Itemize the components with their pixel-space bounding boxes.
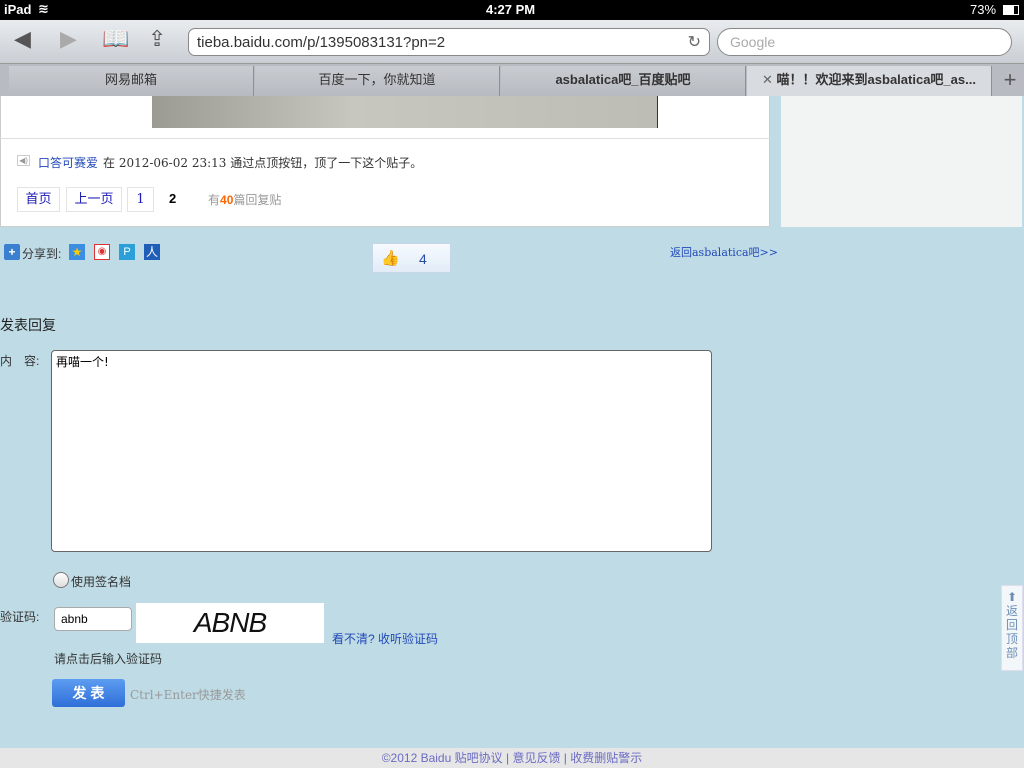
back-to-top-label: 返回顶部 [1006,604,1019,660]
back-to-top-button[interactable]: ⬆ 返回顶部 [1001,585,1023,671]
signature-label: 使用签名档 [71,575,132,589]
warning-link[interactable]: 收费删贴警示 [570,751,642,765]
current-page: 2 [169,191,177,206]
post-image [152,96,658,128]
reload-icon[interactable]: ↻ [688,32,701,52]
tab-label: 喵！！欢迎来到asbalatica吧_as... [776,72,976,87]
prev-page-button[interactable]: 上一页 [66,187,122,212]
renren-icon[interactable]: 人 [144,244,160,260]
forward-icon[interactable]: ▶ [60,26,77,52]
sidebar-panel [781,96,1022,227]
first-page-button[interactable]: 首页 [17,187,60,212]
new-tab-icon[interactable]: + [996,66,1024,96]
device-name: iPad [4,2,32,17]
footer: ©2012 Baidu 贴吧协议 | 意见反馈 | 收费删贴警示 [0,748,1024,768]
tab-current[interactable]: ✕ 喵！！欢迎来到asbalatica吧_as... [747,66,992,96]
like-button[interactable]: 👍 4 [372,243,451,273]
page-1-button[interactable]: 1 [127,187,154,212]
captcha-hint: 请点击后输入验证码 [54,652,163,666]
back-icon[interactable]: ◀ [14,26,31,52]
agreement-link[interactable]: 贴吧协议 [455,751,503,765]
battery-icon [1003,5,1019,15]
url-text: tieba.baidu.com/p/1395083131?pn=2 [197,34,446,51]
address-bar[interactable]: tieba.baidu.com/p/1395083131?pn=2 ↻ [188,28,710,56]
count-value: 40 [220,193,234,207]
count-prefix: 有 [208,193,221,207]
reply-content-textarea[interactable]: 再喵一个! [51,350,712,552]
count-suffix: 篇回复贴 [233,193,282,207]
close-tab-icon[interactable]: ✕ [762,72,777,87]
divider [0,138,770,139]
tab-163-mail[interactable]: 网易邮箱 [9,66,254,96]
speaker-icon: ◀) [17,155,30,166]
tab-baidu[interactable]: 百度一下，你就知道 [255,66,500,96]
status-bar: iPad ≋ 4:27 PM 73% [0,0,1024,20]
submit-button[interactable]: 发 表 [52,679,125,707]
like-count: 4 [419,251,427,267]
reply-count: 有40篇回复贴 [208,191,281,208]
bookmarks-icon[interactable]: 📖 [102,26,129,52]
copyright: ©2012 Baidu [381,751,452,765]
share-icon[interactable]: ⇪ [148,26,166,52]
pengyou-icon[interactable]: P [119,244,135,260]
weibo-icon[interactable]: ◉ [94,244,110,260]
tab-bar: 网易邮箱 百度一下，你就知道 asbalatica吧_百度贴吧 ✕ 喵！！欢迎来… [0,64,1024,96]
captcha-image[interactable]: ABNB [136,603,324,643]
qzone-icon[interactable]: ★ [69,244,85,260]
shortcut-hint: Ctrl+Enter快捷发表 [130,688,246,702]
back-to-forum-link[interactable]: 返回asbalatica吧>> [670,244,778,260]
user-link[interactable]: 口答可赛爱 [38,154,98,171]
share-plus-icon[interactable]: + [4,244,20,260]
search-input[interactable]: Google [717,28,1012,56]
captcha-input[interactable]: abnb [54,607,132,631]
feedback-link[interactable]: 意见反馈 [512,751,560,765]
thumbs-up-icon: 👍 [381,250,400,267]
bump-text: 在 2012-06-02 23:13 通过点顶按钮，顶了一下这个贴子。 [103,156,423,170]
content-label: 内 容: [0,354,40,368]
arrow-up-icon: ⬆ [1006,590,1018,604]
battery-percent: 73% [970,2,997,17]
clock: 4:27 PM [486,2,536,17]
wifi-icon: ≋ [38,1,49,16]
captcha-label: 验证码: [0,610,40,624]
reply-title: 发表回复 [0,317,56,333]
browser-toolbar: ◀ ▶ 📖 ⇪ tieba.baidu.com/p/1395083131?pn=… [0,20,1024,64]
signature-checkbox[interactable] [53,572,69,588]
share-label: 分享到: [22,247,62,261]
captcha-help-link[interactable]: 看不清? 收听验证码 [332,630,438,647]
tab-tieba[interactable]: asbalatica吧_百度贴吧 [501,66,746,96]
